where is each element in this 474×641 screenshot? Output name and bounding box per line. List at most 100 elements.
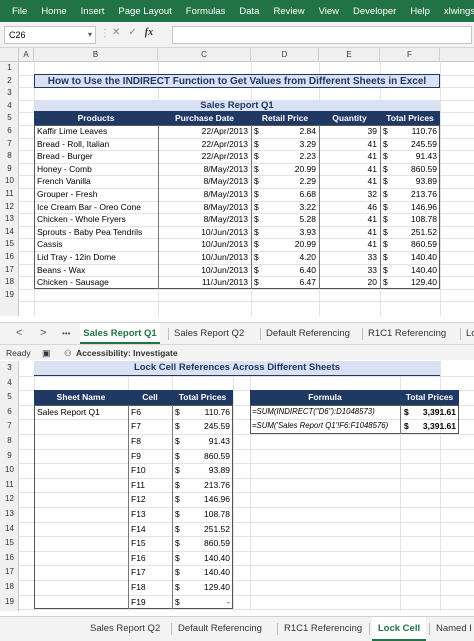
purchase-date[interactable]: 8/May/2013 <box>160 188 248 200</box>
menu-data[interactable]: Data <box>232 6 266 17</box>
row-header[interactable]: 19 <box>0 595 19 610</box>
total-price[interactable]: 140.40 <box>390 251 437 263</box>
cell-reference[interactable]: F18 <box>131 581 171 593</box>
purchase-date[interactable]: 22/Apr/2013 <box>160 150 248 162</box>
retail-price[interactable]: 20.99 <box>262 163 316 175</box>
retail-price[interactable]: 4.20 <box>262 251 316 263</box>
retail-price[interactable]: 6.40 <box>262 264 316 276</box>
total-price[interactable]: 251.52 <box>390 226 437 238</box>
cell-reference[interactable]: F10 <box>131 464 171 476</box>
cell-reference[interactable]: F6 <box>131 406 171 418</box>
row-header[interactable]: 2 <box>0 75 19 88</box>
quantity[interactable]: 41 <box>321 226 377 238</box>
row-header[interactable]: 10 <box>0 463 19 478</box>
total-price[interactable]: 91.43 <box>182 435 230 447</box>
sheet-tab[interactable]: Sales Report Q2 <box>170 323 256 344</box>
total-price[interactable]: 146.96 <box>390 201 437 213</box>
product-name[interactable]: Bread - Roll, Italian <box>37 138 157 150</box>
column-header-d[interactable]: D <box>251 48 319 62</box>
sheet-tab[interactable]: Named I <box>432 617 474 641</box>
row-header[interactable]: 9 <box>0 163 19 176</box>
quantity[interactable]: 46 <box>321 201 377 213</box>
formula-text[interactable]: =SUM('Sales Report Q1'!F6:F1048576) <box>252 420 399 432</box>
total-price[interactable]: 108.78 <box>182 508 230 520</box>
menu-help[interactable]: Help <box>403 6 437 17</box>
cell-reference[interactable]: F17 <box>131 566 171 578</box>
total-price[interactable]: 251.52 <box>182 523 230 535</box>
product-name[interactable]: Lid Tray - 12in Dome <box>37 251 157 263</box>
retail-price[interactable]: 2.23 <box>262 150 316 162</box>
quantity[interactable]: 20 <box>321 276 377 288</box>
total-price[interactable]: 140.40 <box>182 552 230 564</box>
menu-insert[interactable]: Insert <box>74 6 112 17</box>
row-header[interactable]: 3 <box>0 361 19 376</box>
total-price[interactable]: 213.76 <box>182 479 230 491</box>
row-header[interactable]: 4 <box>0 100 19 113</box>
select-all-corner[interactable] <box>0 48 19 62</box>
column-header-b[interactable]: B <box>34 48 158 62</box>
menu-page-layout[interactable]: Page Layout <box>111 6 178 17</box>
purchase-date[interactable]: 10/Jun/2013 <box>160 238 248 250</box>
retail-price[interactable]: 5.28 <box>262 213 316 225</box>
quantity[interactable]: 41 <box>321 150 377 162</box>
retail-price[interactable]: 2.84 <box>262 125 316 137</box>
column-header-a[interactable]: A <box>19 48 34 62</box>
macro-record-icon[interactable]: ▣ <box>42 348 51 359</box>
chevron-down-icon[interactable]: ▾ <box>88 30 92 39</box>
cell-reference[interactable]: F8 <box>131 435 171 447</box>
total-price[interactable]: 245.59 <box>390 138 437 150</box>
sheet-tab[interactable]: Sales Report Q1 <box>80 323 160 344</box>
row-header[interactable]: 6 <box>0 125 19 138</box>
purchase-date[interactable]: 8/May/2013 <box>160 175 248 187</box>
cell-reference[interactable]: F12 <box>131 493 171 505</box>
retail-price[interactable]: 2.29 <box>262 175 316 187</box>
row-header[interactable]: 4 <box>0 376 19 391</box>
total-price[interactable]: 245.59 <box>182 420 230 432</box>
menu-home[interactable]: Home <box>34 6 73 17</box>
quantity[interactable]: 41 <box>321 175 377 187</box>
total-price[interactable]: 110.76 <box>390 125 437 137</box>
product-name[interactable]: Chicken - Whole Fryers <box>37 213 157 225</box>
row-header[interactable]: 14 <box>0 522 19 537</box>
cell-reference[interactable]: F14 <box>131 523 171 535</box>
row-header[interactable]: 12 <box>0 201 19 214</box>
purchase-date[interactable]: 8/May/2013 <box>160 201 248 213</box>
quantity[interactable]: 32 <box>321 188 377 200</box>
row-header[interactable]: 17 <box>0 565 19 580</box>
total-price[interactable]: 140.40 <box>390 264 437 276</box>
row-header[interactable]: 7 <box>0 138 19 151</box>
formula-text[interactable]: =SUM(INDIRECT("D6"):D1048573) <box>252 406 399 418</box>
retail-price[interactable]: 3.29 <box>262 138 316 150</box>
total-price[interactable]: 108.78 <box>390 213 437 225</box>
row-header[interactable]: 16 <box>0 551 19 566</box>
column-header-c[interactable]: C <box>158 48 251 62</box>
quantity[interactable]: 33 <box>321 251 377 263</box>
formula-total[interactable]: 3,391.61 <box>411 406 456 418</box>
row-header[interactable]: 5 <box>0 112 19 125</box>
quantity[interactable]: 41 <box>321 163 377 175</box>
row-header[interactable]: 19 <box>0 289 19 302</box>
total-price[interactable]: 93.89 <box>182 464 230 476</box>
row-header[interactable]: 13 <box>0 213 19 226</box>
product-name[interactable]: Beans - Wax <box>37 264 157 276</box>
row-header[interactable]: 18 <box>0 580 19 595</box>
insert-function-icon[interactable]: fx <box>145 27 153 38</box>
product-name[interactable]: Bread - Burger <box>37 150 157 162</box>
row-header[interactable]: 1 <box>0 62 19 75</box>
row-header[interactable]: 10 <box>0 175 19 188</box>
total-price[interactable]: 146.96 <box>182 493 230 505</box>
product-name[interactable]: Chicken - Sausage <box>37 276 157 288</box>
total-price[interactable]: 129.40 <box>390 276 437 288</box>
row-header[interactable]: 13 <box>0 507 19 522</box>
product-name[interactable]: Honey - Comb <box>37 163 157 175</box>
quantity[interactable]: 39 <box>321 125 377 137</box>
total-price[interactable]: - <box>182 596 230 608</box>
total-price[interactable]: 860.59 <box>390 238 437 250</box>
purchase-date[interactable]: 11/Jun/2013 <box>160 276 248 288</box>
cell-reference[interactable]: F16 <box>131 552 171 564</box>
menu-file[interactable]: File <box>0 6 34 17</box>
quantity[interactable]: 41 <box>321 138 377 150</box>
sheet-tab[interactable]: R1C1 Referencing <box>280 617 368 641</box>
tab-scroll-right-icon[interactable]: > <box>40 323 46 344</box>
sheet-tab[interactable]: Default Referencing <box>262 323 362 344</box>
